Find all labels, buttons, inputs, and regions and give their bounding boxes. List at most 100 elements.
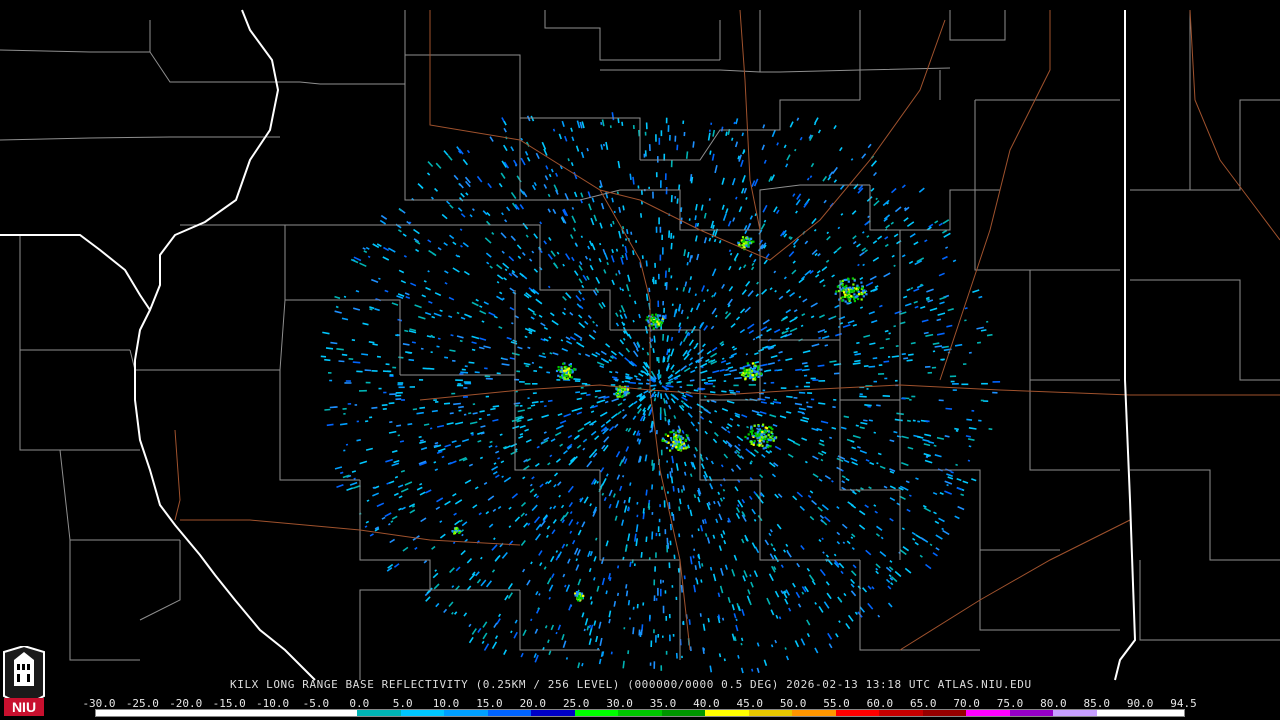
echo-speck bbox=[346, 487, 354, 492]
echo-speck bbox=[520, 501, 527, 507]
echo-speck bbox=[908, 260, 914, 265]
echo-speck bbox=[777, 359, 781, 362]
echo-cell bbox=[753, 424, 756, 427]
echo-speck bbox=[885, 578, 891, 583]
echo-speck bbox=[801, 591, 805, 595]
echo-speck bbox=[725, 361, 731, 365]
echo-speck bbox=[425, 489, 432, 494]
echo-speck bbox=[520, 137, 524, 141]
echo-speck bbox=[693, 494, 697, 499]
echo-speck bbox=[793, 244, 796, 248]
echo-cell bbox=[862, 295, 865, 298]
echo-speck bbox=[428, 300, 433, 304]
echo-speck bbox=[367, 255, 371, 259]
echo-speck bbox=[599, 222, 603, 229]
echo-speck bbox=[718, 653, 722, 658]
echo-speck bbox=[578, 321, 586, 329]
echo-speck bbox=[688, 362, 693, 367]
echo-speck bbox=[682, 485, 686, 491]
echo-cell bbox=[565, 372, 568, 375]
echo-cell bbox=[753, 440, 756, 443]
echo-speck bbox=[823, 199, 827, 204]
echo-speck bbox=[688, 619, 691, 625]
echo-speck bbox=[545, 534, 549, 539]
echo-speck bbox=[665, 384, 674, 388]
echo-cell bbox=[677, 440, 680, 443]
echo-speck bbox=[448, 601, 454, 608]
echo-speck bbox=[464, 313, 472, 318]
echo-speck bbox=[819, 569, 826, 577]
echo-cell bbox=[560, 376, 563, 379]
echo-speck bbox=[665, 282, 668, 290]
echo-speck bbox=[694, 565, 697, 571]
echo-speck bbox=[753, 178, 759, 187]
echo-speck bbox=[920, 536, 925, 541]
echo-speck bbox=[720, 343, 725, 347]
echo-cell bbox=[661, 439, 664, 442]
echo-speck bbox=[625, 238, 628, 241]
echo-speck bbox=[743, 150, 746, 153]
echo-speck bbox=[695, 342, 699, 346]
echo-speck bbox=[566, 340, 573, 345]
echo-speck bbox=[454, 585, 460, 591]
echo-speck bbox=[380, 214, 388, 220]
echo-speck bbox=[795, 210, 798, 214]
echo-speck bbox=[596, 401, 600, 404]
echo-speck bbox=[755, 293, 759, 297]
echo-speck bbox=[821, 335, 830, 340]
echo-speck bbox=[924, 433, 932, 437]
echo-speck bbox=[457, 207, 463, 212]
echo-speck bbox=[576, 397, 582, 401]
echo-speck bbox=[887, 602, 893, 608]
echo-speck bbox=[431, 335, 435, 339]
echo-cell bbox=[681, 441, 684, 444]
echo-speck bbox=[499, 433, 503, 436]
echo-speck bbox=[786, 551, 792, 558]
echo-speck bbox=[336, 306, 339, 309]
echo-speck bbox=[934, 345, 943, 348]
echo-speck bbox=[529, 258, 533, 262]
echo-speck bbox=[608, 489, 613, 497]
echo-speck bbox=[460, 213, 466, 218]
echo-speck bbox=[480, 432, 485, 435]
echo-speck bbox=[901, 527, 905, 531]
echo-speck bbox=[571, 136, 575, 142]
echo-speck bbox=[562, 263, 565, 267]
echo-speck bbox=[446, 422, 454, 426]
echo-speck bbox=[538, 593, 541, 596]
echo-speck bbox=[527, 307, 535, 314]
echo-speck bbox=[391, 462, 400, 467]
echo-speck bbox=[923, 443, 931, 447]
echo-speck bbox=[352, 258, 356, 262]
echo-cell bbox=[741, 236, 745, 239]
echo-speck bbox=[430, 196, 434, 200]
echo-speck bbox=[676, 381, 681, 384]
echo-speck bbox=[491, 544, 498, 551]
echo-speck bbox=[481, 320, 485, 323]
echo-speck bbox=[560, 504, 565, 509]
echo-speck bbox=[576, 303, 582, 309]
echo-speck bbox=[371, 278, 379, 284]
echo-speck bbox=[588, 240, 593, 247]
echo-speck bbox=[760, 401, 767, 404]
echo-cell bbox=[843, 295, 846, 298]
echo-speck bbox=[913, 241, 919, 246]
echo-speck bbox=[694, 293, 697, 297]
scale-swatch bbox=[183, 710, 227, 716]
echo-speck bbox=[507, 592, 513, 599]
echo-speck bbox=[627, 427, 632, 433]
echo-cell bbox=[758, 434, 761, 437]
echo-speck bbox=[840, 213, 844, 216]
echo-speck bbox=[557, 413, 563, 416]
echo-speck bbox=[610, 651, 613, 655]
echo-speck bbox=[889, 439, 895, 443]
echo-speck bbox=[634, 300, 637, 305]
echo-speck bbox=[485, 252, 492, 258]
echo-speck bbox=[552, 352, 559, 356]
echo-speck bbox=[868, 310, 875, 315]
echo-speck bbox=[873, 200, 880, 207]
niu-logo-icon: NIU bbox=[3, 646, 45, 716]
echo-speck bbox=[873, 171, 877, 177]
echo-speck bbox=[818, 478, 823, 482]
echo-speck bbox=[896, 435, 902, 438]
